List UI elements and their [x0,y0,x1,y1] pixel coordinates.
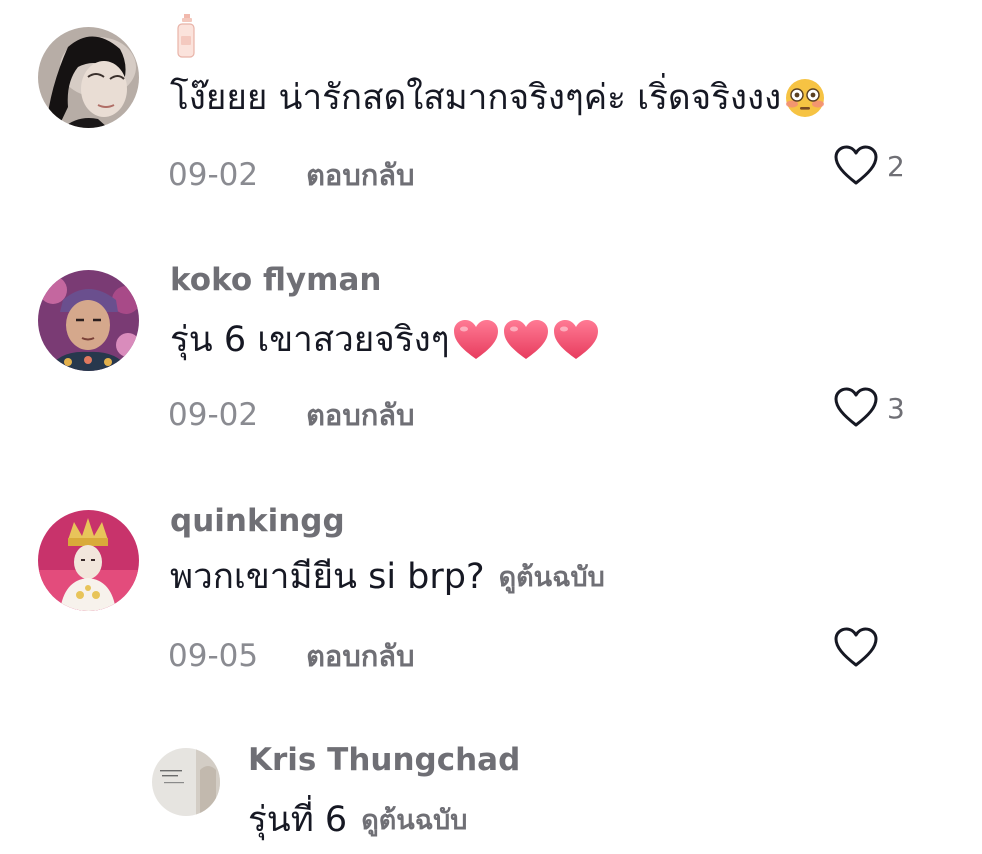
comment-text: รุ่นที่ 6 ดูต้นฉบับ [248,803,467,838]
reply-button[interactable]: ตอบกลับ [306,401,414,430]
comment-username[interactable]: quinkingg [170,506,345,537]
lotion-bottle-icon [175,14,197,62]
comment-meta: 09-02 ตอบกลับ [168,400,415,431]
see-original-link[interactable]: ดูต้นฉบับ [361,807,467,834]
red-heart-emoji [452,318,600,362]
heart-outline-icon [833,386,879,432]
comment-text-content: โง๊ยยย น่ารักสดใสมากจริงๆค่ะ เริ่ดจริงงง [170,77,782,118]
like-button[interactable] [833,626,879,672]
comment-username[interactable]: koko flyman [170,265,381,296]
comment-text-content: พวกเขามียีน si brp? [170,557,485,597]
avatar[interactable] [38,510,139,611]
comment-date: 09-05 [168,638,259,674]
avatar[interactable] [38,27,139,128]
flushed-face-emoji [783,78,827,118]
comment-text: รุ่น 6 เขาสวยจริงๆ [170,318,600,362]
heart-outline-icon [833,626,879,672]
comment-text: พวกเขามียีน si brp? ดูต้นฉบับ [170,560,605,595]
like-count: 3 [887,392,905,425]
reply-button[interactable]: ตอบกลับ [306,161,414,190]
heart-outline-icon [833,144,879,190]
reply-button[interactable]: ตอบกลับ [306,642,414,671]
comment-text-content: รุ่น 6 เขาสวยจริงๆ [170,319,450,360]
comment-text-content: รุ่นที่ 6 [248,800,348,840]
comment-date: 09-02 [168,157,259,193]
like-count: 2 [887,150,905,183]
comment-meta: 09-05 ตอบกลับ [168,641,415,672]
comment-meta: 09-02 ตอบกลับ [168,160,415,191]
like-button[interactable]: 2 [833,144,905,190]
comment-text: โง๊ยยย น่ารักสดใสมากจริงๆค่ะ เริ่ดจริงงง [170,78,827,118]
like-button[interactable]: 3 [833,386,905,432]
see-original-link[interactable]: ดูต้นฉบับ [499,564,605,591]
comment-date: 09-02 [168,397,259,433]
avatar[interactable] [38,270,139,371]
comment-username[interactable]: Kris Thungchad [248,745,520,776]
avatar[interactable] [152,748,220,816]
